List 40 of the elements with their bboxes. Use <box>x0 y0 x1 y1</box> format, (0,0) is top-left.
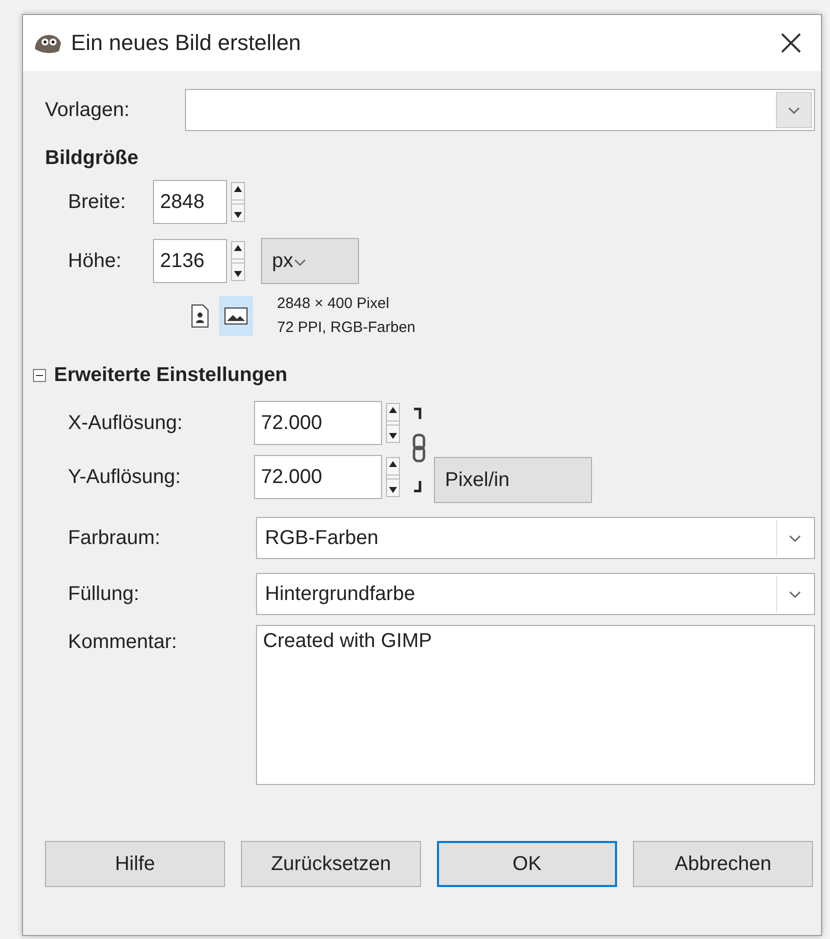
dropdown[interactable]: Hintergrundfarbe <box>256 573 815 615</box>
number-field[interactable]: 72.000 <box>254 455 382 499</box>
comment-field[interactable]: Created with GIMP <box>256 625 815 785</box>
number-field[interactable]: 2848 <box>153 180 227 224</box>
spin-arrows-icon[interactable] <box>386 455 400 499</box>
dialog-button[interactable]: Hilfe <box>45 841 225 887</box>
field-label: Breite: <box>68 190 127 214</box>
field-label: Vorlagen: <box>45 98 131 122</box>
landscape-page-icon <box>224 307 248 325</box>
spin-arrows-icon[interactable] <box>231 180 245 224</box>
landscape-button[interactable] <box>219 296 253 336</box>
caret-icon <box>788 533 802 543</box>
dialog-button[interactable]: Zurücksetzen <box>241 841 421 887</box>
field-label: Kommentar: <box>68 631 178 654</box>
section-heading: Bildgröße <box>45 147 140 170</box>
image-info-text: 72 PPI, RGB-Farben <box>277 318 416 338</box>
caret-icon <box>787 105 801 115</box>
unit-dropdown[interactable]: Pixel/in <box>434 457 592 503</box>
field-label: Farbraum: <box>68 526 162 550</box>
portrait-page-icon <box>191 304 209 328</box>
field-label: Füllung: <box>68 582 140 606</box>
dialog-button[interactable]: Abbrechen <box>633 841 813 887</box>
window-title: Ein neues Bild erstellen <box>71 30 302 56</box>
unit-dropdown[interactable]: px <box>261 238 359 284</box>
field-label: Y-Auflösung: <box>68 466 182 488</box>
number-field[interactable]: 2136 <box>153 239 227 283</box>
section-heading: Erweiterte Einstellungen <box>54 364 288 387</box>
caret-icon <box>293 256 308 266</box>
minus-icon <box>36 372 43 379</box>
number-field[interactable]: 72.000 <box>254 401 382 445</box>
spin-arrows-icon[interactable] <box>386 401 400 445</box>
close-icon <box>780 32 802 54</box>
spin-arrows-icon[interactable] <box>231 239 245 283</box>
field-label: X-Auflösung: <box>68 412 184 434</box>
dialog-button[interactable]: OK <box>437 841 617 887</box>
collapse-toggle[interactable] <box>33 369 46 382</box>
caret-icon <box>788 589 802 599</box>
field-label: Höhe: <box>68 250 122 272</box>
dropdown[interactable]: RGB-Farben <box>256 517 815 559</box>
image-info-text: 2848 × 400 Pixel <box>277 294 390 314</box>
